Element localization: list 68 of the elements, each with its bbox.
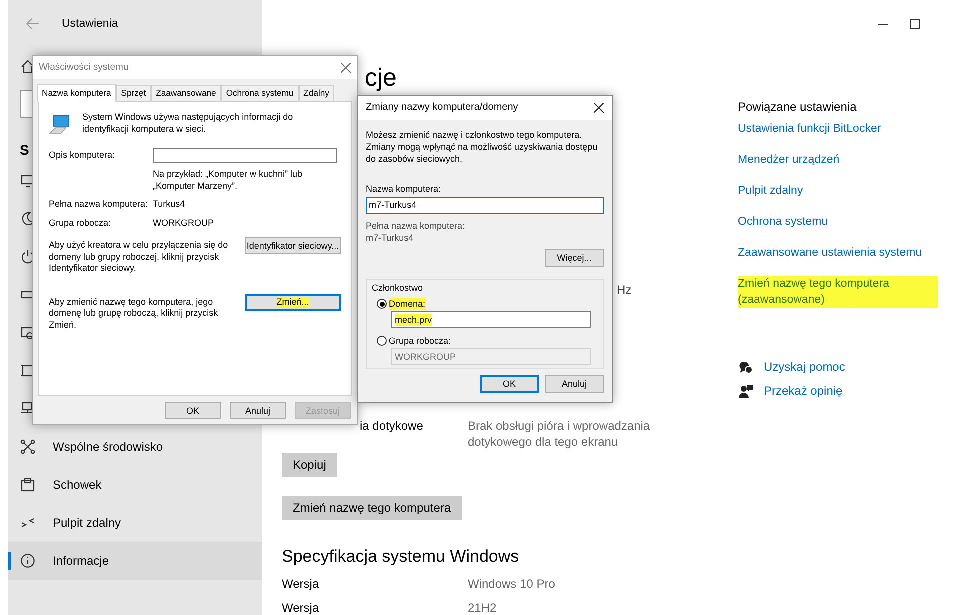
input-field[interactable]: [153, 148, 337, 163]
dialog-title: Właściwości systemu: [39, 62, 129, 74]
maximize-icon[interactable]: [910, 19, 920, 29]
field-value: Turkus4: [153, 199, 186, 210]
settings-link[interactable]: Menedżer urządzeń: [738, 152, 840, 168]
more-button[interactable]: Więcej...: [545, 249, 604, 267]
back-arrow-icon: [26, 18, 40, 30]
help-link[interactable]: Uzyskaj pomoc: [764, 360, 846, 374]
radio-label: Domena:: [389, 298, 426, 310]
tab[interactable]: Zdalny: [298, 85, 334, 101]
instruction-text: Aby użyć kreatora w celu przyłączenia się do domeny lub grupy roboczej, kliknij przycisk Identyfikator sieciowy.: [49, 240, 229, 274]
sidebar-item[interactable]: Informacje: [8, 542, 262, 580]
field-label: Pełna nazwa komputera:: [366, 220, 466, 232]
window-title: Ustawienia: [62, 18, 118, 30]
hint-text: Na przykład: „Komputer w kuchni” lub „Komputer Marzeny”.: [153, 169, 304, 192]
copy-button[interactable]: Kopiuj: [282, 453, 338, 477]
close-icon[interactable]: [594, 103, 604, 113]
ok-button[interactable]: OK: [480, 375, 539, 393]
sidebar-item[interactable]: Schowek: [8, 466, 262, 504]
section-header: S: [20, 142, 30, 158]
spec-value: 21H2: [468, 601, 497, 615]
field-value: WORKGROUP: [153, 218, 214, 229]
spec-value: Windows 10 Pro: [468, 577, 556, 591]
cancel-button[interactable]: Anuluj: [230, 402, 286, 419]
spec-value: Hz: [617, 283, 632, 297]
spec-label: Wersja: [282, 601, 320, 615]
field-label: Opis komputera:: [49, 150, 116, 162]
radio-label: Grupa robocza:: [389, 335, 452, 347]
info-icon: [20, 553, 36, 569]
field-value: m7-Turkus4: [366, 232, 415, 244]
tab[interactable]: Nazwa komputera: [37, 84, 116, 102]
help-link[interactable]: Przekaż opinię: [764, 384, 843, 398]
sidebar-item[interactable]: Wspólne środowisko: [8, 428, 262, 466]
network-id-button[interactable]: Identyfikator sieciowy...: [245, 237, 341, 254]
rename-button[interactable]: Zmień nazwę tego komputera: [282, 496, 462, 520]
change-button[interactable]: Zmień...: [245, 294, 341, 310]
settings-link[interactable]: Ustawienia funkcji BitLocker: [738, 121, 882, 137]
spec-value: Brak obsługi pióra i wprowadzania dotykowego dla tego ekranu: [468, 418, 652, 450]
intro-text: System Windows używa następujących informacji do identyfikacji komputera w sieci.: [82, 112, 294, 135]
sidebar-item[interactable]: Pulpit zdalny: [8, 504, 262, 542]
dialog-title: Zmiany nazwy komputera/domeny: [366, 102, 518, 114]
field-label: Grupa robocza:: [49, 218, 112, 229]
spec-label: ia dotykowe: [360, 419, 424, 433]
cancel-button[interactable]: Anuluj: [545, 375, 604, 393]
instruction-text: Aby zmienić nazwę tego komputera, jego domenę lub grupę roboczą, kliknij przycisk Zmień.: [49, 296, 220, 331]
tab[interactable]: Sprzęt: [116, 85, 152, 101]
help-icon: [738, 359, 754, 375]
spec-label: Wersja: [282, 577, 320, 591]
input-field[interactable]: m7-Turkus4: [366, 197, 604, 214]
tab[interactable]: Ochrona systemu: [221, 85, 299, 101]
field-label: Pełna nazwa komputera:: [49, 199, 150, 210]
clipboard-icon: [20, 477, 36, 493]
tab[interactable]: Zaawansowane: [151, 85, 222, 101]
group-title: Członkostwo: [372, 283, 424, 293]
page-heading: cje: [365, 63, 397, 93]
field-label: Nazwa komputera:: [366, 183, 442, 195]
settings-link[interactable]: Ochrona systemu: [738, 214, 828, 230]
share-icon: [20, 439, 36, 455]
section-title: Powiązane ustawienia: [738, 100, 857, 114]
input-field[interactable]: mech.prv: [391, 311, 591, 328]
intro-text: Możesz zmienić nazwę i członkostwo tego komputera. Zmiany mogą wpłynąć na możliwość uzyskiwania dostępu do zasobów sieciowych.: [366, 129, 599, 165]
settings-link[interactable]: Zmień nazwę tego komputera (zaawansowane): [738, 276, 938, 308]
radio-button[interactable]: [377, 299, 387, 309]
settings-link[interactable]: Pulpit zdalny: [738, 183, 804, 199]
settings-link[interactable]: Zaawansowane ustawienia systemu: [738, 245, 922, 261]
feedback-icon: [738, 383, 754, 399]
ok-button[interactable]: OK: [165, 402, 221, 419]
section-heading: Specyfikacja systemu Windows: [282, 547, 520, 567]
